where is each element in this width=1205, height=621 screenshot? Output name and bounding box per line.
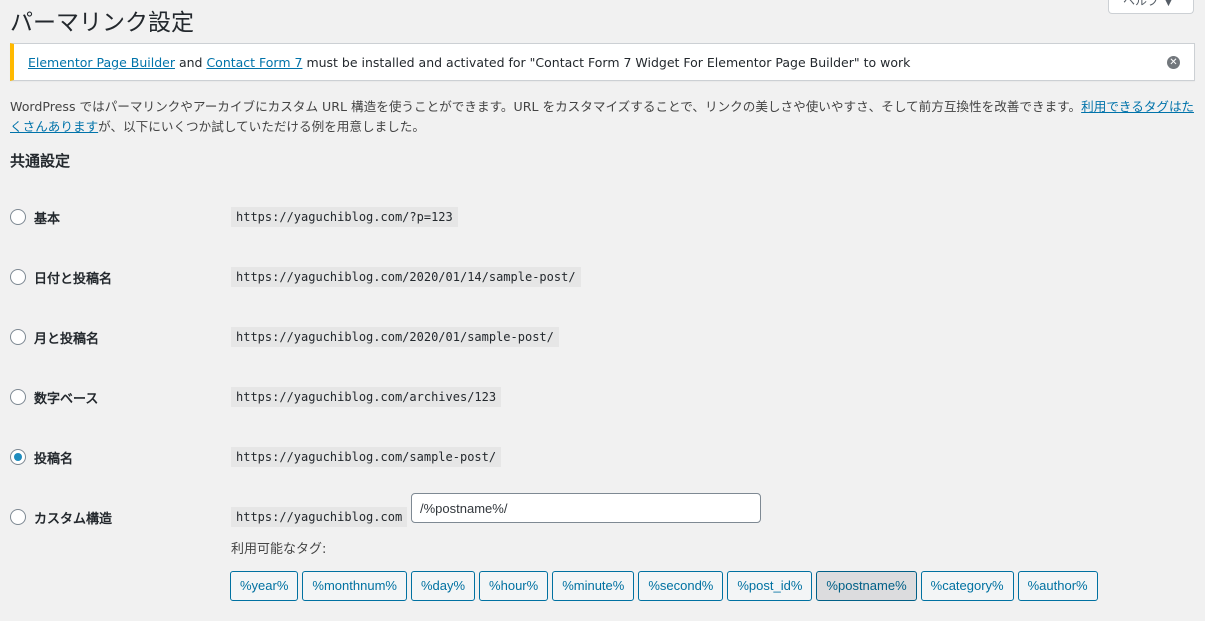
notice-dismiss-icon[interactable]: ✕ bbox=[1167, 56, 1180, 69]
example-url: https://yaguchiblog.com/sample-post/ bbox=[231, 447, 502, 467]
contact-form-7-link[interactable]: Contact Form 7 bbox=[206, 55, 302, 70]
tag-button-category[interactable]: %category% bbox=[920, 571, 1014, 601]
option-row-custom[interactable]: カスタム構造 https://yaguchiblog.com bbox=[10, 493, 1190, 529]
help-tab-label: ヘルプ bbox=[1123, 0, 1160, 8]
available-tags-label: 利用可能なタグ: bbox=[231, 542, 327, 557]
radio-custom[interactable] bbox=[10, 509, 26, 525]
notice-and-text: and bbox=[174, 55, 207, 70]
option-row-day-name[interactable]: 日付と投稿名 https://yaguchiblog.com/2020/01/1… bbox=[10, 265, 1190, 289]
option-label: 基本 bbox=[34, 212, 61, 227]
tag-button-hour[interactable]: %hour% bbox=[479, 571, 549, 601]
example-url: https://yaguchiblog.com/2020/01/sample-p… bbox=[231, 327, 559, 347]
option-row-numeric[interactable]: 数字ベース https://yaguchiblog.com/archives/1… bbox=[10, 385, 1190, 409]
option-label: 数字ベース bbox=[34, 392, 99, 407]
option-label: カスタム構造 bbox=[34, 512, 113, 527]
option-label: 日付と投稿名 bbox=[34, 272, 113, 287]
tag-button-day[interactable]: %day% bbox=[410, 571, 476, 601]
tag-button-monthnum[interactable]: %monthnum% bbox=[302, 571, 407, 601]
option-row-plain[interactable]: 基本 https://yaguchiblog.com/?p=123 bbox=[10, 205, 1190, 229]
radio-plain[interactable] bbox=[10, 209, 26, 225]
chevron-down-icon: ▼ bbox=[1165, 0, 1172, 8]
tag-button-postname[interactable]: %postname% bbox=[816, 571, 917, 601]
example-url: https://yaguchiblog.com/2020/01/14/sampl… bbox=[231, 267, 581, 287]
radio-post-name[interactable] bbox=[10, 449, 26, 465]
common-settings-heading: 共通設定 bbox=[10, 152, 71, 170]
tag-button-minute[interactable]: %minute% bbox=[552, 571, 635, 601]
tag-button-year[interactable]: %year% bbox=[230, 571, 299, 601]
notice-text: must be installed and activated for "Con… bbox=[302, 55, 911, 70]
option-row-post-name[interactable]: 投稿名 https://yaguchiblog.com/sample-post/ bbox=[10, 445, 1190, 469]
intro-text-after: が、以下にいくつか試していただける例を用意しました。 bbox=[98, 119, 425, 134]
radio-day-name[interactable] bbox=[10, 269, 26, 285]
radio-month-name[interactable] bbox=[10, 329, 26, 345]
custom-structure-input[interactable] bbox=[411, 493, 761, 523]
example-url: https://yaguchiblog.com/archives/123 bbox=[231, 387, 502, 407]
option-label: 月と投稿名 bbox=[34, 332, 100, 347]
elementor-link[interactable]: Elementor Page Builder bbox=[28, 55, 175, 70]
tag-button-post-id[interactable]: %post_id% bbox=[727, 571, 813, 601]
option-row-month-name[interactable]: 月と投稿名 https://yaguchiblog.com/2020/01/sa… bbox=[10, 325, 1190, 349]
tag-button-second[interactable]: %second% bbox=[638, 571, 724, 601]
intro-paragraph: WordPress ではパーマリンクやアーカイブにカスタム URL 構造を使うこ… bbox=[10, 97, 1195, 137]
plugin-dependency-notice: Elementor Page Builder and Contact Form … bbox=[10, 43, 1195, 81]
intro-text: WordPress ではパーマリンクやアーカイブにカスタム URL 構造を使うこ… bbox=[10, 99, 1082, 114]
option-label: 投稿名 bbox=[34, 452, 74, 467]
example-url: https://yaguchiblog.com/?p=123 bbox=[231, 207, 458, 227]
radio-numeric[interactable] bbox=[10, 389, 26, 405]
tag-button-author[interactable]: %author% bbox=[1017, 571, 1098, 601]
custom-base-url: https://yaguchiblog.com bbox=[231, 507, 408, 527]
page-title: パーマリンク設定 bbox=[10, 10, 194, 36]
help-tab-button[interactable]: ヘルプ ▼ bbox=[1108, 0, 1194, 14]
permalink-settings-page: パーマリンク設定 ヘルプ ▼ Elementor Page Builder and… bbox=[0, 0, 1205, 621]
available-tags-group: %year% %monthnum% %day% %hour% %minute% … bbox=[230, 571, 1098, 601]
